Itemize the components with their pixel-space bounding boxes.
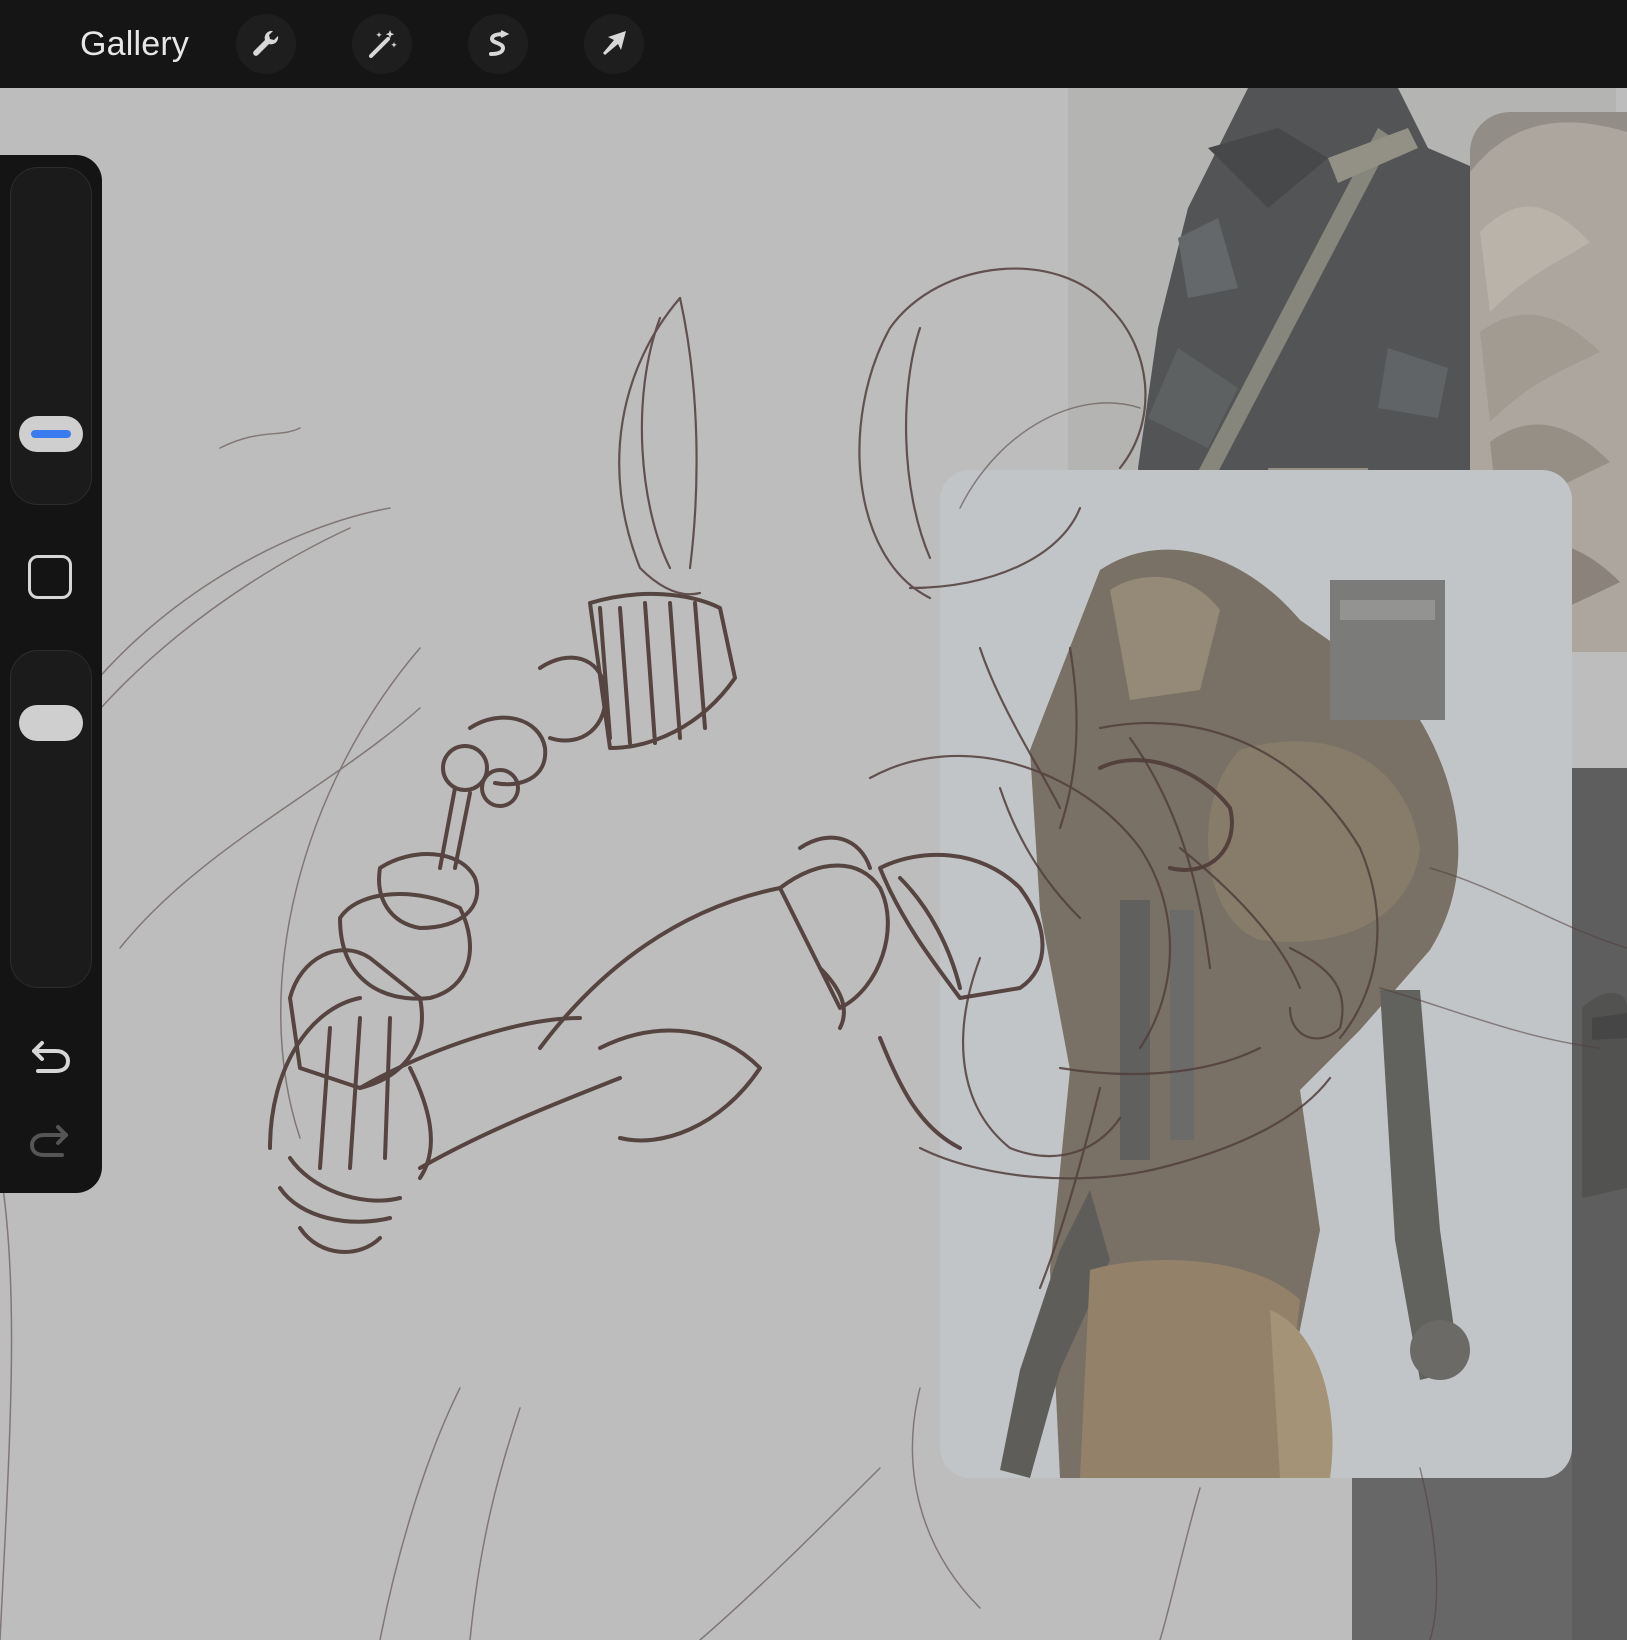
- opacity-slider[interactable]: [10, 650, 92, 988]
- adjustments-button[interactable]: [352, 14, 412, 74]
- arrow-cursor-icon: [603, 31, 626, 55]
- transform-button[interactable]: [584, 14, 644, 74]
- modify-button[interactable]: [28, 555, 72, 599]
- procreate-app: Gallery: [0, 0, 1627, 1640]
- brush-size-indicator: [31, 430, 71, 438]
- opacity-slider-thumb[interactable]: [19, 705, 83, 741]
- top-toolbar: Gallery: [0, 0, 1627, 88]
- sketch-strokes: [0, 267, 1627, 1640]
- redo-icon: [29, 1125, 68, 1157]
- gallery-button[interactable]: Gallery: [80, 20, 189, 68]
- undo-icon: [32, 1041, 71, 1073]
- actions-button[interactable]: [236, 14, 296, 74]
- sketch-layer: [0, 267, 1627, 1640]
- redo-button[interactable]: [26, 1117, 74, 1161]
- selection-button[interactable]: [468, 14, 528, 74]
- brush-size-slider-thumb[interactable]: [19, 416, 83, 452]
- brush-size-slider[interactable]: [10, 167, 92, 505]
- left-sidebar: [0, 155, 102, 1193]
- magic-wand-icon: [369, 30, 397, 58]
- selection-s-icon: [489, 30, 510, 56]
- wrench-icon: [253, 30, 279, 56]
- drawing-canvas[interactable]: [0, 88, 1627, 1640]
- undo-button[interactable]: [26, 1033, 74, 1077]
